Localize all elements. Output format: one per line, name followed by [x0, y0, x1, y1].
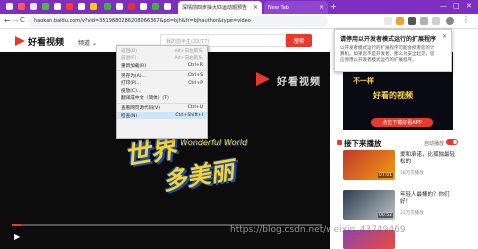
menu-item-shortcut: Ctrl+Shift+I	[175, 113, 203, 119]
menu-item-label: 返回(B)	[121, 48, 137, 54]
close-window-icon[interactable]: ✕	[466, 2, 472, 10]
video-views: 18万次播放	[400, 171, 424, 176]
extension-icon[interactable]	[432, 17, 440, 25]
reload-icon[interactable]: C	[20, 16, 25, 24]
menu-item-shortcut: Ctrl+U	[187, 105, 203, 111]
pinned-tab-icon[interactable]	[140, 3, 147, 10]
context-menu: 返回(B) Alt+向左箭头 前进(F) Alt+向右箭头 重新加载(R) Ctrl+…	[116, 45, 208, 139]
pinned-tab-icon[interactable]	[66, 3, 73, 10]
menu-kebab-icon[interactable]: ⋮	[462, 15, 470, 24]
menu-item-shortcut: Ctrl+R	[187, 63, 203, 69]
menu-item-label: 打印(P)...	[121, 81, 141, 87]
up-next-title: 接下来播放	[344, 139, 382, 148]
browser-toolbar: ← → C haokan.baidu.com/v?vid=35198802862…	[0, 14, 478, 29]
back-icon[interactable]: ←	[4, 16, 11, 25]
video-duration: 07:01	[378, 173, 393, 178]
forward-icon[interactable]: →	[12, 16, 19, 25]
star-icon[interactable]	[384, 17, 392, 25]
maximize-icon[interactable]: □	[453, 2, 460, 10]
blog-watermark: https://blog.csdn.net/weixin_43749469	[230, 225, 406, 235]
close-icon[interactable]: ✕	[442, 33, 447, 40]
search-button-label: 搜索	[293, 38, 305, 45]
video-thumbnail[interactable]: 07:01	[343, 150, 395, 180]
video-art-subtitle: Wonderful World	[180, 138, 248, 147]
menu-item-forward[interactable]: 前进(F) Alt+向右箭头	[117, 55, 207, 63]
extension-icon[interactable]	[396, 17, 404, 25]
video-duration: 00:52	[378, 213, 393, 218]
menu-item-translate[interactable]: 翻译成中文（简体）(T)	[117, 95, 207, 103]
tab-active[interactable]: 深情前四步操大匹运动题预告 ×	[178, 1, 262, 14]
menu-item-view-source[interactable]: 查看网页源代码(V) Ctrl+U	[117, 104, 207, 112]
video-title[interactable]: 年轻人最棒的？你们好！	[400, 192, 460, 206]
menu-item-save-as[interactable]: 另存为(A)... Ctrl+S	[117, 72, 207, 80]
menu-item-label: 前进(F)	[121, 56, 137, 62]
pinned-tab-icon[interactable]	[104, 3, 111, 10]
menu-item-label: 另存为(A)...	[121, 73, 146, 79]
pinned-tab-icon[interactable]	[152, 3, 159, 10]
download-app-label: 点击下载好看APP	[382, 120, 422, 126]
site-logo-icon[interactable]	[14, 35, 26, 47]
extension-icon[interactable]	[420, 17, 428, 25]
tab-new-tab[interactable]: New Tab ×	[264, 1, 328, 14]
menu-item-label: 投放(C)...	[121, 88, 142, 94]
menu-item-print[interactable]: 打印(P)... Ctrl+P	[117, 79, 207, 87]
browser-tab-bar: 深情前四步操大匹运动题预告 × New Tab × + — □ ✕	[0, 0, 478, 14]
menu-item-reload[interactable]: 重新加载(R) Ctrl+R	[117, 62, 207, 70]
menu-item-shortcut: Alt+向右箭头	[174, 56, 203, 62]
menu-item-back[interactable]: 返回(B) Alt+向左箭头	[117, 47, 207, 55]
menu-item-label: 查看网页源代码(V)	[121, 105, 160, 111]
video-title[interactable]: 爱和承诺，比孤独最轻松的	[400, 152, 460, 166]
new-tab-button[interactable]: +	[330, 2, 337, 11]
video-watermark: 好看视频	[277, 77, 321, 88]
menu-item-label: 翻译成中文（简体）(T)	[121, 96, 169, 102]
watermark-text: eixin_43749469	[333, 225, 406, 235]
autoplay-label: 自动播放	[424, 141, 445, 147]
pinned-tab-icon[interactable]	[30, 3, 37, 10]
browser-menu-icon[interactable]	[6, 3, 13, 10]
pinned-tab-icon[interactable]	[78, 3, 85, 10]
pinned-tab-icon[interactable]	[128, 3, 135, 10]
download-app-button[interactable]: 点击下载好看APP	[371, 118, 433, 127]
profile-avatar[interactable]	[446, 17, 454, 25]
menu-item-inspect[interactable]: 检查(N) Ctrl+Shift+I	[117, 111, 207, 120]
pinned-tab-icon[interactable]	[54, 3, 61, 10]
autoplay-toggle[interactable]	[446, 139, 458, 145]
tab-title: 深情前四步操大匹运动题预告	[182, 5, 248, 11]
watermark-text: https://blog.csdn.net/w	[230, 225, 334, 235]
popup-body: 以开发者模式运行的扩展程序可能会损害您的计算机。如果您不是开发者，那么为安全起见…	[340, 46, 435, 63]
minimize-icon[interactable]: —	[440, 2, 447, 10]
video-progress-fill	[12, 224, 22, 226]
close-tab-icon[interactable]: ×	[253, 4, 258, 11]
extension-icon[interactable]	[408, 17, 416, 25]
tab-title: New Tab	[268, 4, 289, 11]
menu-item-shortcut: Ctrl+P	[188, 80, 203, 86]
search-button[interactable]: 搜索	[286, 34, 312, 47]
close-tab-icon[interactable]: ×	[319, 4, 324, 11]
menu-item-shortcut: Alt+向左箭头	[174, 48, 203, 54]
pinned-tab-icon[interactable]	[90, 3, 97, 10]
watermark-logo-icon	[256, 72, 270, 86]
banner-text: 不一样	[353, 77, 374, 85]
pinned-tab-icon[interactable]	[42, 3, 49, 10]
pinned-tab-icon[interactable]	[18, 3, 25, 10]
pinned-tab-icon[interactable]	[164, 3, 171, 10]
popup-title: 请停用以开发者模式运行的扩展程序	[340, 36, 437, 43]
channel-dropdown[interactable]: 频道 ⌄	[78, 38, 97, 47]
menu-item-shortcut: Ctrl+S	[188, 73, 203, 79]
developer-mode-popup: 请停用以开发者模式运行的扩展程序 以开发者模式运行的扩展程序可能会损害您的计算机…	[334, 29, 452, 72]
menu-item-label: 重新加载(R)	[121, 63, 147, 69]
banner-text: 好看的视频	[373, 91, 413, 100]
play-icon[interactable]: ▶	[14, 232, 20, 241]
address-bar[interactable]: haokan.baidu.com/v?vid=35198802862080663…	[28, 16, 328, 27]
video-views: 22万次播放	[400, 211, 424, 216]
menu-item-label: 检查(N)	[121, 113, 138, 119]
video-thumbnail[interactable]: 00:52	[343, 190, 395, 220]
site-logo-text[interactable]: 好看视频	[28, 35, 64, 48]
up-next-marker	[337, 140, 342, 145]
pinned-tab-icon[interactable]	[116, 3, 123, 10]
menu-item-cast[interactable]: 投放(C)...	[117, 87, 207, 95]
